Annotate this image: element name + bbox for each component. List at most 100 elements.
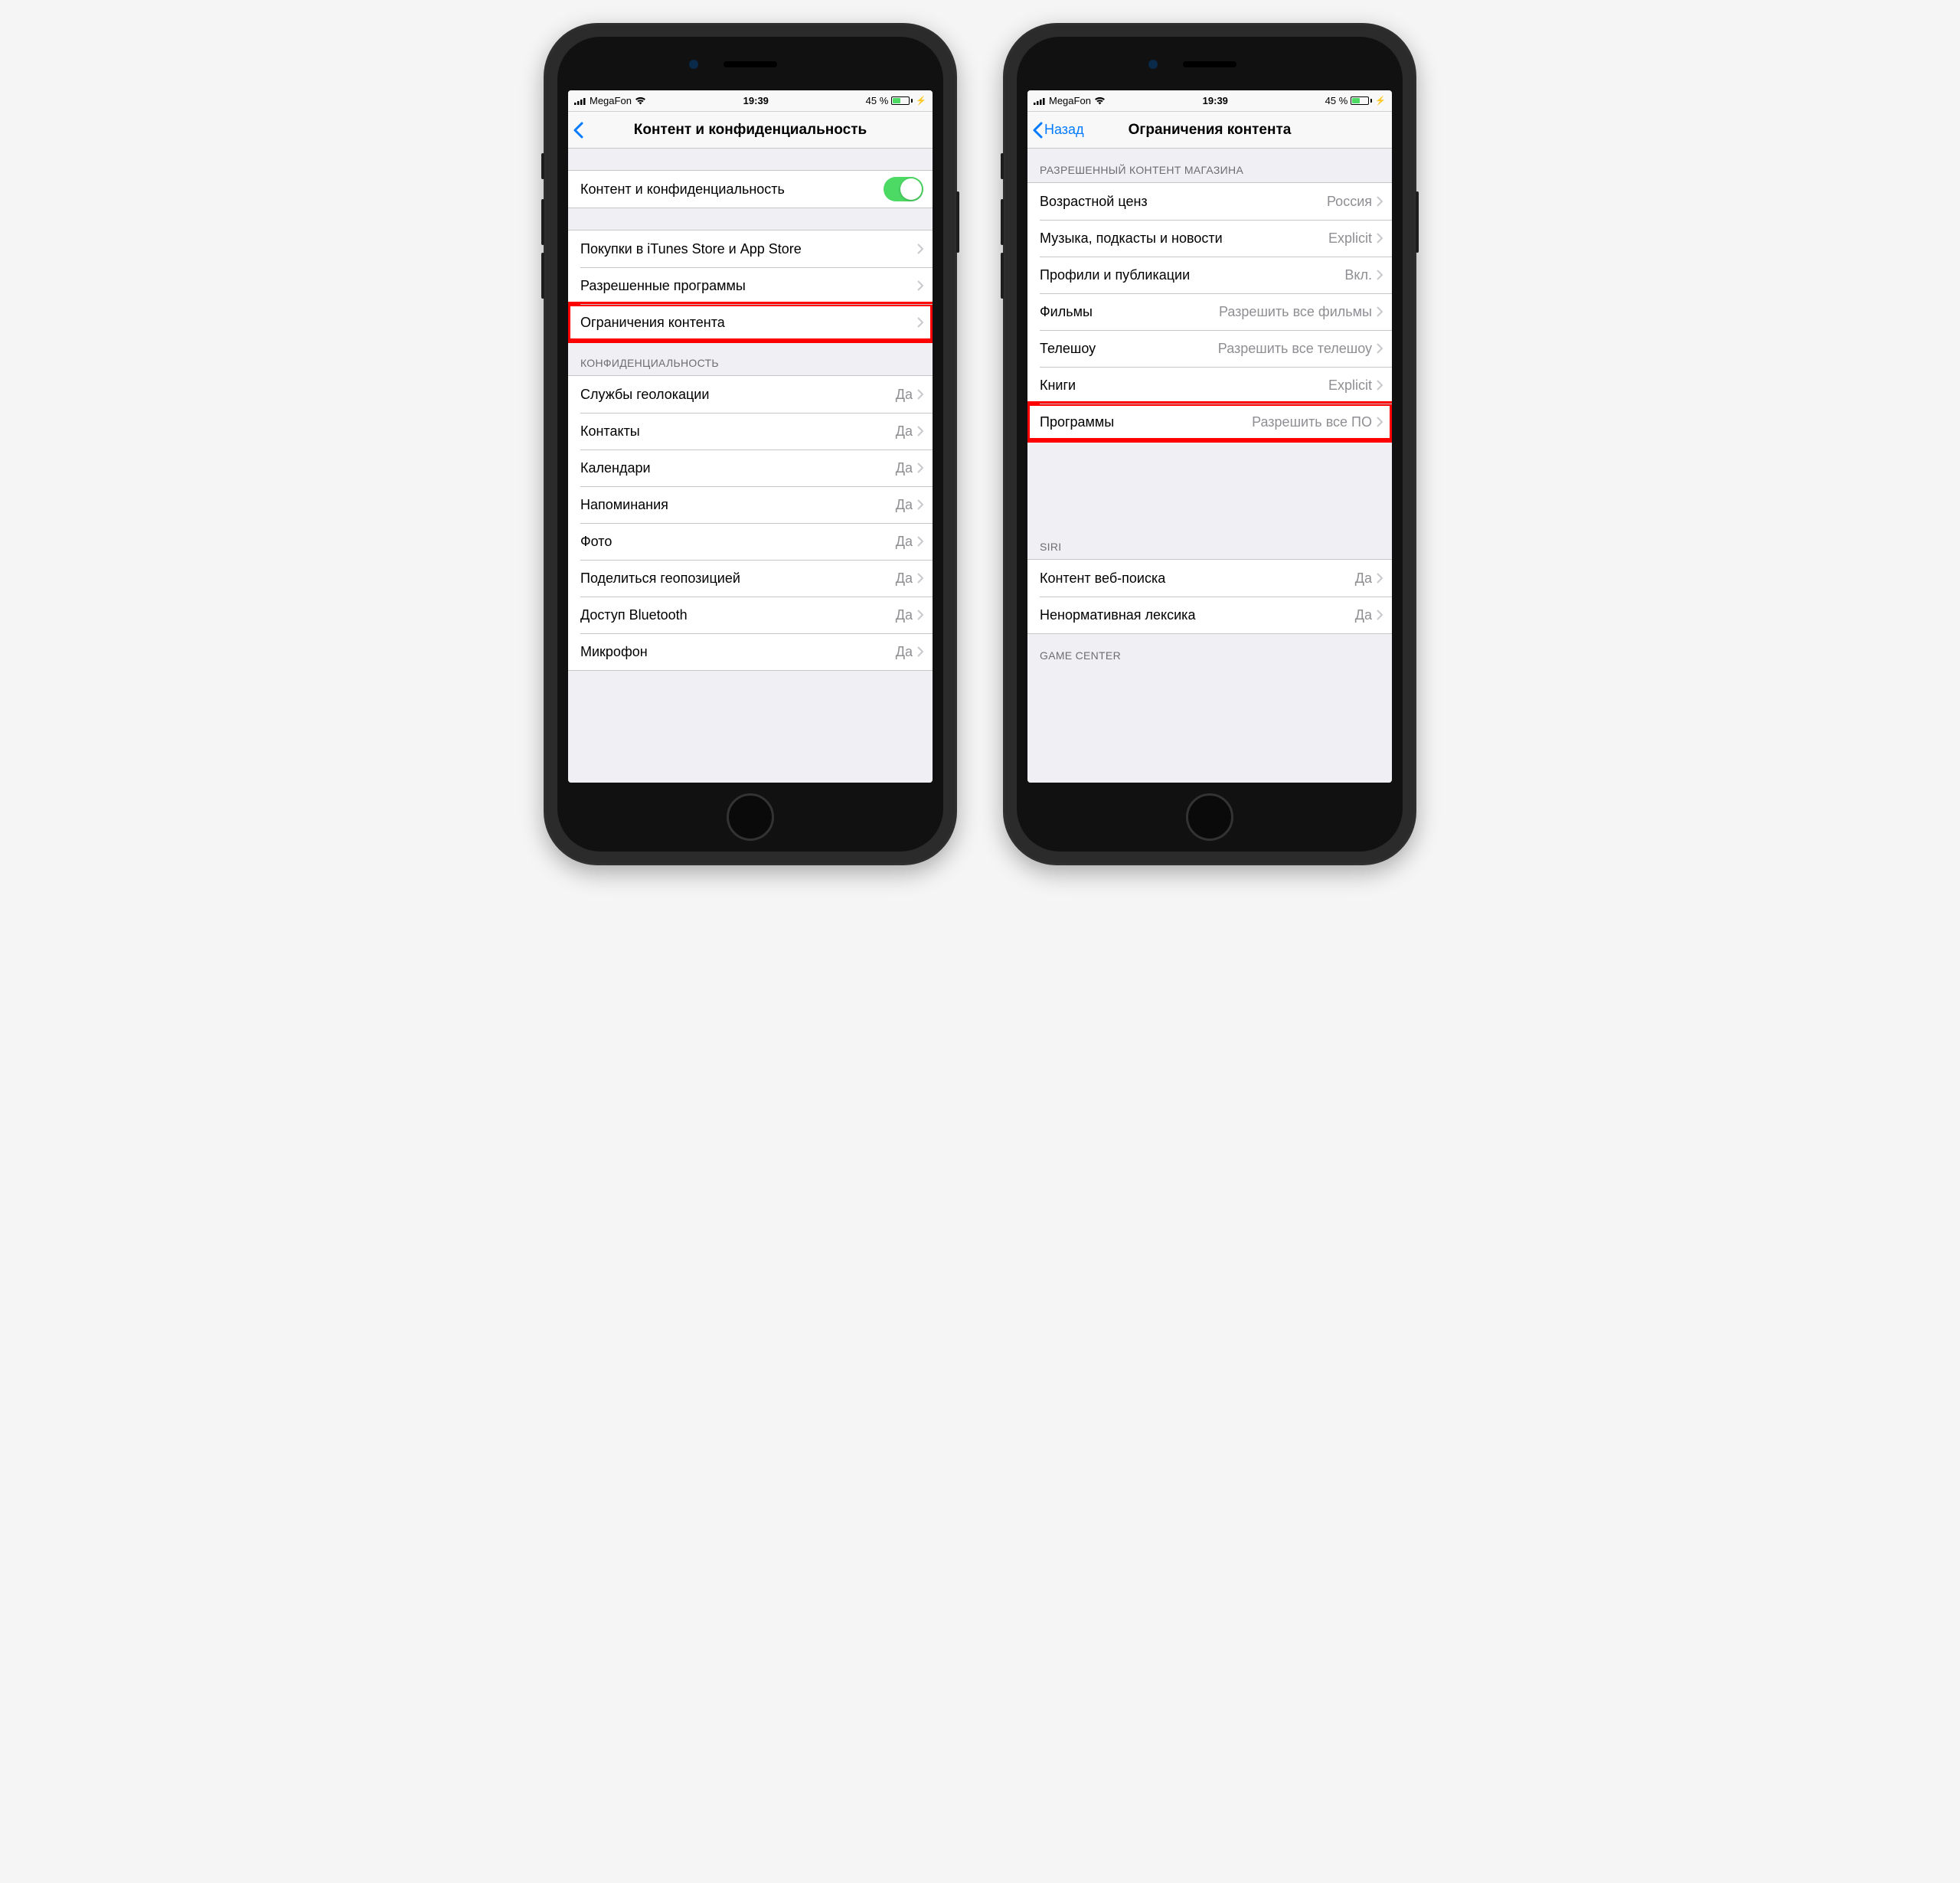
wifi-icon — [635, 96, 646, 105]
row-value: Да — [1355, 570, 1372, 587]
chevron-right-icon — [917, 499, 923, 510]
carrier-label: MegaFon — [1049, 95, 1091, 106]
battery-icon — [891, 96, 913, 105]
chevron-right-icon — [917, 426, 923, 436]
row-allowed-apps[interactable]: Разрешенные программы — [568, 267, 933, 304]
row-value: Да — [896, 497, 913, 513]
row-itunes-purchases[interactable]: Покупки в iTunes Store и App Store — [568, 230, 933, 267]
row-value: Да — [896, 387, 913, 403]
back-button[interactable] — [573, 122, 583, 139]
settings-content[interactable]: РАЗРЕШЕННЫЙ КОНТЕНТ МАГАЗИНА Возрастной … — [1027, 149, 1392, 783]
row-content-privacy-toggle[interactable]: Контент и конфиденциальность — [568, 171, 933, 208]
row-label: Музыка, подкасты и новости — [1040, 230, 1328, 247]
row-location-services[interactable]: Службы геолокации Да — [568, 376, 933, 413]
group-siri: Контент веб-поиска Да Ненормативная лекс… — [1027, 559, 1392, 634]
chevron-right-icon — [1377, 610, 1383, 620]
row-label: Покупки в iTunes Store и App Store — [580, 241, 917, 257]
chevron-right-icon — [1377, 417, 1383, 427]
row-bluetooth[interactable]: Доступ Bluetooth Да — [568, 597, 933, 633]
chevron-right-icon — [917, 389, 923, 400]
row-value: Разрешить все фильмы — [1219, 304, 1372, 320]
row-label: Программы — [1040, 414, 1252, 430]
row-music-podcasts[interactable]: Музыка, подкасты и новости Explicit — [1027, 220, 1392, 257]
home-button[interactable] — [727, 793, 774, 841]
row-contacts[interactable]: Контакты Да — [568, 413, 933, 450]
status-time: 19:39 — [743, 95, 769, 106]
chevron-right-icon — [1377, 233, 1383, 244]
row-value: Разрешить все ПО — [1252, 414, 1372, 430]
screen-content-privacy: MegaFon 19:39 45 % ⚡ Ко — [568, 90, 933, 783]
row-books[interactable]: Книги Explicit — [1027, 367, 1392, 404]
row-age-rating[interactable]: Возрастной ценз Россия — [1027, 183, 1392, 220]
row-label: Микрофон — [580, 644, 896, 660]
row-value: Да — [896, 644, 913, 660]
group-store-content: Возрастной ценз Россия Музыка, подкасты … — [1027, 182, 1392, 441]
row-calendars[interactable]: Календари Да — [568, 450, 933, 486]
row-value: Explicit — [1328, 378, 1372, 394]
signal-icon — [1034, 97, 1046, 105]
row-label: Профили и публикации — [1040, 267, 1344, 283]
row-web-search-content[interactable]: Контент веб-поиска Да — [1027, 560, 1392, 597]
group-restrictions: Покупки в iTunes Store и App Store Разре… — [568, 230, 933, 342]
settings-content[interactable]: Контент и конфиденциальность Покупки в i… — [568, 149, 933, 783]
row-apps[interactable]: Программы Разрешить все ПО — [1027, 404, 1392, 440]
chevron-right-icon — [1377, 343, 1383, 354]
row-label: Ненормативная лексика — [1040, 607, 1355, 623]
screen-content-restrictions: MegaFon 19:39 45 % ⚡ Назад — [1027, 90, 1392, 783]
toggle-switch-on[interactable] — [884, 177, 923, 201]
carrier-label: MegaFon — [590, 95, 632, 106]
row-label: Телешоу — [1040, 341, 1218, 357]
battery-pct: 45 % — [1325, 95, 1348, 106]
row-movies[interactable]: Фильмы Разрешить все фильмы — [1027, 293, 1392, 330]
row-label: Календари — [580, 460, 896, 476]
chevron-right-icon — [917, 610, 923, 620]
section-header-gamecenter: GAME CENTER — [1027, 634, 1392, 668]
row-label: Контакты — [580, 423, 896, 440]
home-button[interactable] — [1186, 793, 1233, 841]
row-label: Книги — [1040, 378, 1328, 394]
row-label: Поделиться геопозицией — [580, 570, 896, 587]
row-label: Ограничения контента — [580, 315, 917, 331]
charging-icon: ⚡ — [1375, 96, 1386, 106]
row-value: Explicit — [1328, 230, 1372, 247]
chevron-right-icon — [917, 573, 923, 584]
row-value: Да — [896, 460, 913, 476]
row-label: Разрешенные программы — [580, 278, 917, 294]
row-profiles-posts[interactable]: Профили и публикации Вкл. — [1027, 257, 1392, 293]
section-header-privacy: КОНФИДЕНЦИАЛЬНОСТЬ — [568, 342, 933, 375]
chevron-right-icon — [1377, 196, 1383, 207]
chevron-right-icon — [1377, 380, 1383, 391]
wifi-icon — [1094, 96, 1106, 105]
row-reminders[interactable]: Напоминания Да — [568, 486, 933, 523]
row-label: Контент веб-поиска — [1040, 570, 1355, 587]
row-tv-shows[interactable]: Телешоу Разрешить все телешоу — [1027, 330, 1392, 367]
row-explicit-language[interactable]: Ненормативная лексика Да — [1027, 597, 1392, 633]
battery-icon — [1351, 96, 1372, 105]
row-microphone[interactable]: Микрофон Да — [568, 633, 933, 670]
page-title: Контент и конфиденциальность — [574, 122, 926, 139]
row-label: Службы геолокации — [580, 387, 896, 403]
row-photos[interactable]: Фото Да — [568, 523, 933, 560]
back-button[interactable]: Назад — [1032, 122, 1084, 139]
battery-pct: 45 % — [866, 95, 889, 106]
row-share-location[interactable]: Поделиться геопозицией Да — [568, 560, 933, 597]
chevron-right-icon — [917, 280, 923, 291]
row-value: Да — [896, 423, 913, 440]
chevron-right-icon — [1377, 270, 1383, 280]
row-value: Да — [896, 534, 913, 550]
row-value: Разрешить все телешоу — [1218, 341, 1372, 357]
phone-right: MegaFon 19:39 45 % ⚡ Назад — [1003, 23, 1416, 865]
row-label: Возрастной ценз — [1040, 194, 1327, 210]
status-time: 19:39 — [1203, 95, 1228, 106]
row-value: Да — [1355, 607, 1372, 623]
chevron-right-icon — [917, 317, 923, 328]
page-title: Ограничения контента — [1034, 122, 1386, 139]
back-label: Назад — [1044, 122, 1084, 138]
row-value: Да — [896, 570, 913, 587]
row-label: Фильмы — [1040, 304, 1219, 320]
row-content-restrictions[interactable]: Ограничения контента — [568, 304, 933, 341]
signal-icon — [574, 97, 586, 105]
chevron-right-icon — [1377, 306, 1383, 317]
charging-icon: ⚡ — [916, 96, 926, 106]
phone-left: MegaFon 19:39 45 % ⚡ Ко — [544, 23, 957, 865]
